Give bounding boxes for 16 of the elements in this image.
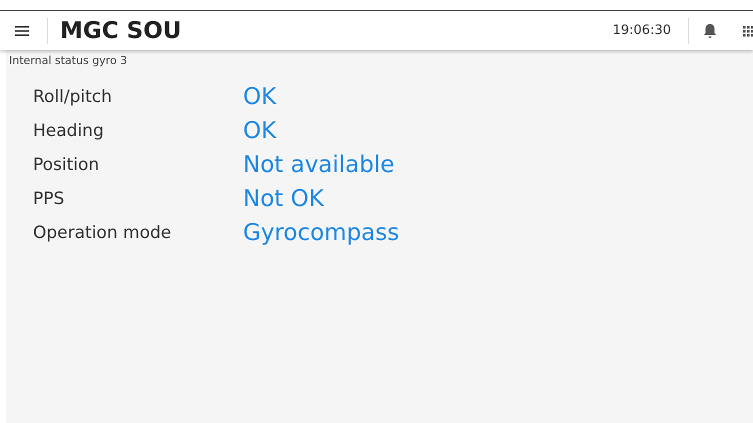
clock-time: 19:06:30: [612, 23, 671, 38]
status-label: Operation mode: [33, 223, 172, 243]
status-label: Position: [33, 155, 100, 175]
status-value: Not available: [243, 152, 396, 178]
status-label: PPS: [33, 189, 66, 209]
apps-grid-icon[interactable]: [743, 24, 753, 36]
status-value: Gyrocompass: [243, 220, 400, 246]
page-subtitle: Internal status gyro 3: [8, 53, 128, 67]
bell-icon[interactable]: [703, 22, 717, 38]
menu-icon[interactable]: [14, 24, 30, 38]
status-value: OK: [243, 84, 278, 110]
status-value: Not OK: [243, 186, 326, 212]
status-label: Roll/pitch: [33, 87, 113, 107]
status-value: OK: [243, 118, 278, 144]
status-label: Heading: [33, 121, 105, 141]
app-title: MGC SOU: [60, 18, 182, 44]
